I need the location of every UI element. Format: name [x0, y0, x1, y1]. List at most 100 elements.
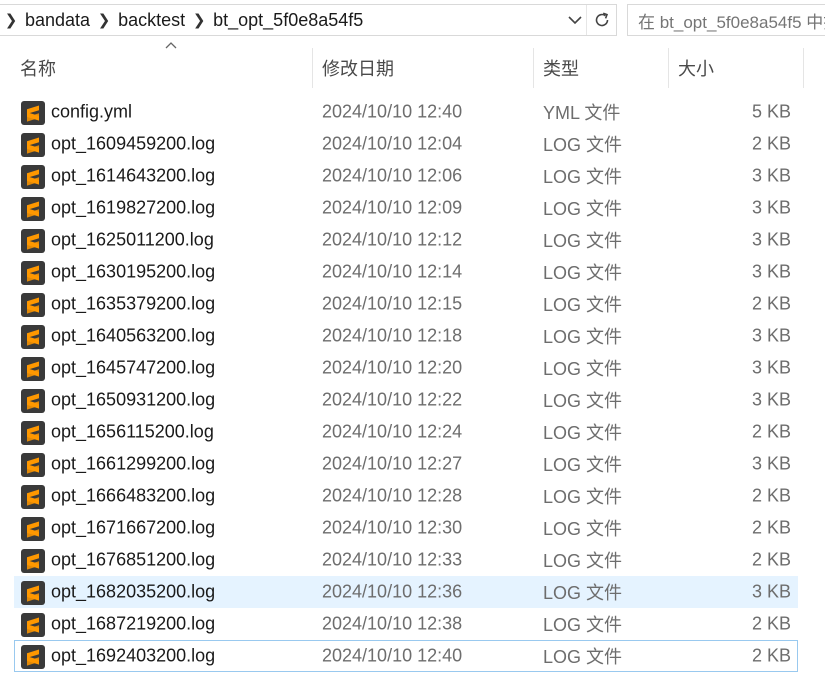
chevron-right-icon[interactable]: ❯: [188, 11, 210, 29]
column-divider[interactable]: [533, 48, 534, 88]
file-row[interactable]: opt_1682035200.log 2024/10/10 12:36 LOG 文件…: [14, 576, 798, 608]
file-name: opt_1656115200.log: [51, 421, 214, 442]
sublime-text-file-icon: [21, 645, 45, 669]
column-header-type[interactable]: 类型: [535, 48, 667, 88]
file-size: 5 KB: [751, 101, 791, 122]
file-type: LOG 文件: [543, 519, 623, 539]
sublime-text-file-icon: [21, 421, 45, 445]
file-size: 3 KB: [751, 197, 791, 218]
file-row[interactable]: opt_1635379200.log 2024/10/10 12:15 LOG 文件…: [14, 288, 798, 320]
file-modified-date: 2024/10/10 12:22: [322, 389, 463, 410]
file-row[interactable]: opt_1645747200.log 2024/10/10 12:20 LOG 文件…: [14, 352, 798, 384]
file-modified-date: 2024/10/10 12:40: [322, 101, 463, 122]
file-row[interactable]: opt_1614643200.log 2024/10/10 12:06 LOG 文件…: [14, 160, 798, 192]
file-modified-date: 2024/10/10 12:36: [322, 581, 463, 602]
chevron-right-icon[interactable]: ❯: [0, 11, 22, 29]
address-bar: ❯ bandata ❯ backtest ❯ bt_opt_5f0e8a54f5…: [0, 0, 825, 40]
file-row[interactable]: opt_1630195200.log 2024/10/10 12:14 LOG 文件…: [14, 256, 798, 288]
file-type: LOG 文件: [543, 423, 623, 443]
file-name: opt_1687219200.log: [51, 613, 216, 634]
file-modified-date: 2024/10/10 12:27: [322, 453, 463, 474]
chevron-right-icon[interactable]: ❯: [93, 11, 115, 29]
chevron-down-icon: [568, 16, 582, 25]
file-type: LOG 文件: [543, 199, 623, 219]
file-type: LOG 文件: [543, 487, 623, 507]
file-name: opt_1645747200.log: [51, 357, 216, 378]
file-type: LOG 文件: [543, 135, 623, 155]
refresh-button[interactable]: [586, 5, 616, 35]
sublime-text-file-icon: [21, 613, 45, 637]
file-name: opt_1635379200.log: [51, 293, 216, 314]
sublime-text-file-icon: [21, 517, 45, 541]
column-header-date-label: 修改日期: [322, 59, 394, 79]
file-type: YML 文件: [543, 103, 621, 123]
file-name: opt_1682035200.log: [51, 581, 216, 602]
sublime-text-file-icon: [21, 581, 45, 605]
file-type: LOG 文件: [543, 455, 623, 475]
file-type: LOG 文件: [543, 295, 623, 315]
column-divider[interactable]: [312, 48, 313, 88]
breadcrumb-item-backtest[interactable]: backtest: [115, 10, 188, 31]
sublime-text-file-icon: [21, 133, 45, 157]
file-modified-date: 2024/10/10 12:40: [322, 645, 463, 666]
breadcrumb[interactable]: ❯ bandata ❯ backtest ❯ bt_opt_5f0e8a54f5: [0, 4, 617, 36]
file-size: 3 KB: [751, 165, 791, 186]
file-type: LOG 文件: [543, 327, 623, 347]
address-history-dropdown-button[interactable]: [564, 5, 586, 35]
sublime-text-file-icon: [21, 101, 45, 125]
file-row[interactable]: opt_1676851200.log 2024/10/10 12:33 LOG 文件…: [14, 544, 798, 576]
file-modified-date: 2024/10/10 12:18: [322, 325, 463, 346]
file-row[interactable]: opt_1650931200.log 2024/10/10 12:22 LOG 文件…: [14, 384, 798, 416]
sublime-text-file-icon: [21, 325, 45, 349]
column-header-name[interactable]: 名称: [12, 42, 312, 88]
file-size: 3 KB: [751, 453, 791, 474]
refresh-icon: [595, 12, 608, 27]
file-size: 2 KB: [751, 133, 791, 154]
column-divider[interactable]: [803, 48, 804, 88]
file-row[interactable]: opt_1661299200.log 2024/10/10 12:27 LOG 文件…: [14, 448, 798, 480]
breadcrumb-item-bandata[interactable]: bandata: [22, 10, 93, 31]
file-type: LOG 文件: [543, 615, 623, 635]
sublime-text-file-icon: [21, 293, 45, 317]
file-type: LOG 文件: [543, 231, 623, 251]
file-row[interactable]: opt_1609459200.log 2024/10/10 12:04 LOG 文件…: [14, 128, 798, 160]
file-type: LOG 文件: [543, 391, 623, 411]
file-modified-date: 2024/10/10 12:28: [322, 485, 463, 506]
column-header-size[interactable]: 大小: [670, 48, 803, 88]
column-header-type-label: 类型: [543, 59, 579, 79]
sublime-text-file-icon: [21, 165, 45, 189]
sublime-text-file-icon: [21, 389, 45, 413]
file-modified-date: 2024/10/10 12:09: [322, 197, 463, 218]
file-name: opt_1671667200.log: [51, 517, 216, 538]
file-size: 2 KB: [751, 549, 791, 570]
column-header-size-label: 大小: [678, 59, 714, 79]
sublime-text-file-icon: [21, 197, 45, 221]
file-row[interactable]: opt_1640563200.log 2024/10/10 12:18 LOG 文件…: [14, 320, 798, 352]
file-modified-date: 2024/10/10 12:15: [322, 293, 463, 314]
file-row[interactable]: opt_1687219200.log 2024/10/10 12:38 LOG 文件…: [14, 608, 798, 640]
file-row[interactable]: opt_1619827200.log 2024/10/10 12:09 LOG 文件…: [14, 192, 798, 224]
file-name: opt_1692403200.log: [51, 645, 216, 666]
file-row[interactable]: config.yml 2024/10/10 12:40 YML 文件 5 KB: [14, 96, 798, 128]
file-size: 2 KB: [751, 293, 791, 314]
breadcrumb-item-current-folder[interactable]: bt_opt_5f0e8a54f5: [210, 10, 366, 31]
file-row[interactable]: opt_1625011200.log 2024/10/10 12:12 LOG 文件…: [14, 224, 798, 256]
sublime-text-file-icon: [21, 549, 45, 573]
column-header-date[interactable]: 修改日期: [314, 48, 532, 88]
file-row[interactable]: opt_1671667200.log 2024/10/10 12:30 LOG 文件…: [14, 512, 798, 544]
file-size: 3 KB: [751, 581, 791, 602]
file-modified-date: 2024/10/10 12:24: [322, 421, 463, 442]
file-modified-date: 2024/10/10 12:20: [322, 357, 463, 378]
file-row[interactable]: opt_1666483200.log 2024/10/10 12:28 LOG 文件…: [14, 480, 798, 512]
file-name: opt_1661299200.log: [51, 453, 216, 474]
column-divider[interactable]: [668, 48, 669, 88]
file-modified-date: 2024/10/10 12:06: [322, 165, 463, 186]
file-row[interactable]: opt_1692403200.log 2024/10/10 12:40 LOG 文件…: [14, 640, 798, 672]
file-modified-date: 2024/10/10 12:33: [322, 549, 463, 570]
file-row[interactable]: opt_1656115200.log 2024/10/10 12:24 LOG 文件…: [14, 416, 798, 448]
file-size: 3 KB: [751, 229, 791, 250]
sublime-text-file-icon: [21, 357, 45, 381]
file-type: LOG 文件: [543, 647, 623, 667]
column-header-row: 名称 修改日期 类型 大小: [0, 42, 825, 88]
search-input[interactable]: 在 bt_opt_5f0e8a54f5 中搜索: [627, 4, 825, 36]
